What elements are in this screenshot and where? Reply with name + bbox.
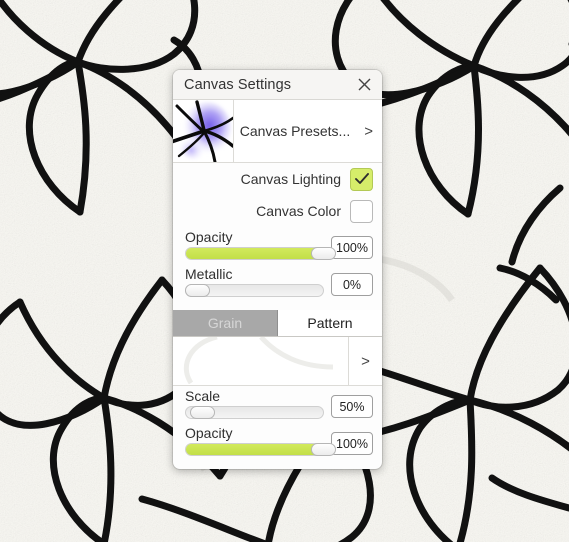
pattern-opacity-knob[interactable] [311, 443, 336, 456]
canvas-metallic-label: Metallic [185, 266, 233, 282]
pattern-preview[interactable] [173, 337, 349, 385]
canvas-opacity-value[interactable]: 100% [331, 236, 373, 259]
canvas-opacity-group[interactable]: Opacity 100% [173, 227, 382, 264]
canvas-preset-thumbnail-image [173, 100, 233, 162]
canvas-opacity-fill [186, 248, 323, 259]
canvas-backdrop[interactable]: Canvas Settings Canvas Presets... > Canv… [0, 0, 569, 542]
tab-grain[interactable]: Grain [173, 310, 278, 336]
dialog-title: Canvas Settings [184, 76, 292, 93]
canvas-metallic-value[interactable]: 0% [331, 273, 373, 296]
canvas-settings-dialog[interactable]: Canvas Settings Canvas Presets... > Canv… [173, 70, 382, 469]
tab-pattern[interactable]: Pattern [278, 310, 382, 336]
pattern-scale-knob[interactable] [189, 406, 215, 419]
canvas-lighting-checkbox[interactable] [350, 167, 373, 191]
pattern-scale-slider[interactable] [185, 406, 324, 419]
texture-tabs[interactable]: Grain Pattern [173, 310, 382, 337]
pattern-opacity-group[interactable]: Opacity 100% [173, 423, 382, 460]
canvas-metallic-knob[interactable] [185, 284, 210, 297]
canvas-presets-row[interactable]: Canvas Presets... > [173, 100, 382, 163]
canvas-preset-thumbnail[interactable] [173, 100, 234, 162]
canvas-opacity-slider[interactable] [185, 247, 336, 260]
canvas-opacity-label: Opacity [185, 229, 233, 245]
canvas-presets-label: Canvas Presets... [239, 123, 351, 139]
pattern-opacity-label: Opacity [185, 425, 233, 441]
chevron-right-icon: > [364, 122, 373, 140]
canvas-presets-label-wrap[interactable]: Canvas Presets... > [234, 100, 382, 162]
canvas-lighting-row[interactable]: Canvas Lighting [173, 163, 382, 195]
canvas-lighting-label: Canvas Lighting [240, 171, 341, 187]
tab-pattern-label: Pattern [307, 315, 353, 331]
canvas-opacity-knob[interactable] [311, 247, 336, 260]
chevron-right-icon: > [361, 352, 370, 370]
canvas-color-row[interactable]: Canvas Color [173, 195, 382, 227]
spacer-bottom [173, 460, 382, 469]
tab-grain-label: Grain [207, 315, 243, 331]
pattern-scale-label: Scale [185, 388, 221, 404]
pattern-row[interactable]: > [173, 337, 382, 386]
dialog-titlebar[interactable]: Canvas Settings [173, 70, 382, 100]
pattern-opacity-value[interactable]: 100% [331, 432, 373, 455]
canvas-metallic-group[interactable]: Metallic 0% [173, 264, 382, 301]
pattern-preview-image [173, 337, 348, 384]
close-button[interactable] [355, 76, 373, 94]
canvas-color-label: Canvas Color [256, 203, 341, 219]
canvas-metallic-slider[interactable] [185, 284, 324, 297]
close-icon [358, 78, 370, 91]
check-icon [354, 173, 369, 184]
pattern-opacity-fill [186, 444, 323, 455]
canvas-color-swatch[interactable] [350, 199, 373, 223]
pattern-scale-group[interactable]: Scale 50% [173, 386, 382, 423]
pattern-chevron-button[interactable]: > [349, 337, 382, 385]
pattern-opacity-slider[interactable] [185, 443, 336, 456]
pattern-scale-value[interactable]: 50% [331, 395, 373, 418]
